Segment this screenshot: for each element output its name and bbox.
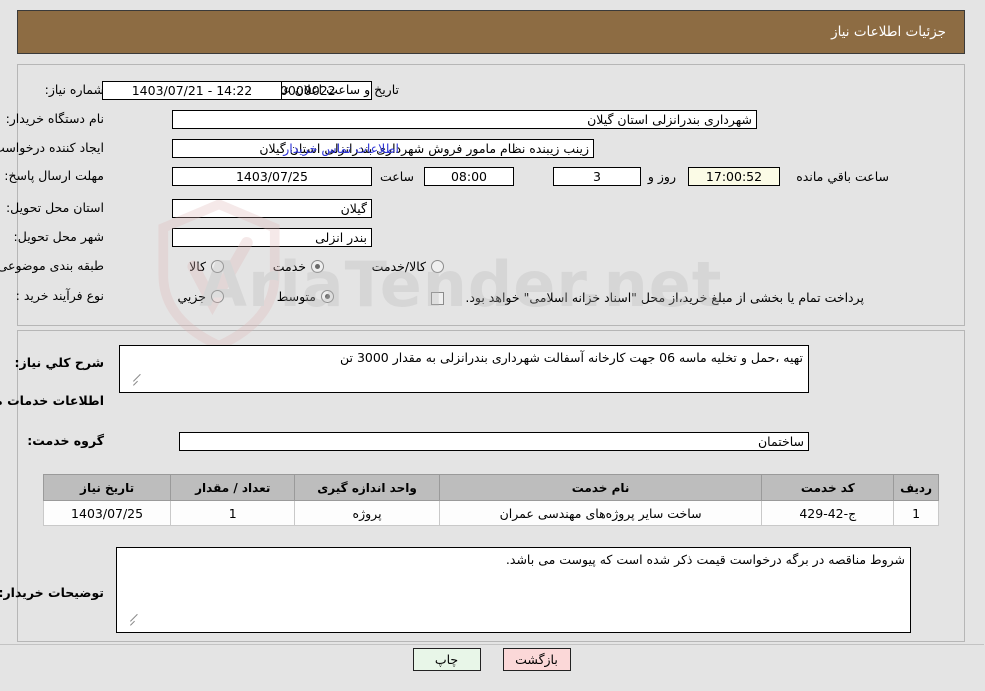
category-option-kala[interactable]: کالا	[190, 259, 225, 274]
services-table: ردیف کد خدمت نام خدمت واحد اندازه گیری ت…	[43, 474, 940, 526]
remaining-hours-label: ساعت باقي مانده	[797, 169, 890, 184]
cell-quantity: 1	[171, 500, 297, 526]
category-label-wrap: طبقه بندی موضوعی:	[0, 258, 105, 275]
process-label-wrap: نوع فرآیند خرید :	[17, 288, 105, 305]
creator-label: ایجاد کننده درخواست:	[0, 140, 105, 155]
radio-icon-jozyi[interactable]	[212, 290, 225, 303]
announce-datetime-field[interactable]: 14:22 - 1403/07/21	[103, 81, 283, 100]
buyer-org-field[interactable]: شهرداری بندرانزلی استان گیلان	[173, 110, 758, 129]
col-header-quantity: تعداد / مقدار	[171, 474, 297, 501]
category-option-khedmat-label: خدمت	[273, 259, 307, 274]
cell-service-code: ج-42-429	[762, 500, 896, 526]
need-number-label: شماره نیاز:	[45, 82, 105, 97]
general-description-textarea[interactable]: تهیه ،حمل و تخلیه ماسه 06 جهت کارخانه آس…	[120, 345, 810, 393]
buyer-org-label-wrap: نام دستگاه خریدار:	[7, 111, 105, 128]
cell-radif: 1	[894, 500, 940, 526]
deadline-hour-label: ساعت	[380, 169, 415, 184]
footer-divider	[0, 644, 985, 645]
buyer-notes-textarea[interactable]: شروط مناقصه در برگه درخواست قیمت ذکر شده…	[117, 547, 912, 633]
category-option-khedmat[interactable]: خدمت	[274, 259, 325, 274]
page-title: جزئیات اطلاعات نیاز	[832, 24, 947, 40]
resize-grip-icon-notes[interactable]	[120, 613, 139, 631]
province-label: استان محل تحویل:	[6, 200, 105, 215]
treasury-bonds-checkbox[interactable]	[432, 292, 445, 305]
category-option-kala-khedmat[interactable]: کالا/خدمت	[373, 259, 445, 274]
deadline-hour-field[interactable]: 08:00	[425, 167, 515, 186]
general-description-text: تهیه ،حمل و تخلیه ماسه 06 جهت کارخانه آس…	[340, 350, 804, 365]
category-option-kala-khedmat-label: کالا/خدمت	[372, 259, 427, 274]
page-title-bar: جزئیات اطلاعات نیاز	[18, 10, 966, 54]
table-row[interactable]: 1 ج-42-429 ساخت سایر پروژه‌های مهندسی عم…	[43, 500, 940, 526]
process-option-jozyi-label: جزیي	[178, 289, 207, 304]
page-root: جزئیات اطلاعات نیاز شماره نیاز: 11030052…	[0, 0, 985, 691]
cell-service-name: ساخت سایر پروژه‌های مهندسی عمران	[439, 500, 764, 526]
category-label: طبقه بندی موضوعی:	[0, 258, 105, 273]
province-label-wrap: استان محل تحویل:	[7, 200, 105, 217]
city-label-wrap: شهر محل تحویل:	[15, 229, 105, 246]
cell-need-date: 1403/07/25	[43, 500, 173, 526]
back-button[interactable]: بازگشت	[503, 648, 572, 671]
col-header-service-name: نام خدمت	[439, 474, 764, 501]
col-header-unit: واحد اندازه گیری	[295, 474, 441, 501]
city-field[interactable]: بندر انزلی	[173, 228, 373, 247]
buyer-contact-link[interactable]: اطلاعات تماس خریدار	[284, 141, 400, 156]
buyer-notes-label: توضیحات خریدار:	[0, 585, 105, 600]
need-info-panel	[18, 64, 966, 326]
days-unit-label: روز و	[648, 169, 677, 184]
deadline-date-field[interactable]: 1403/07/25	[173, 167, 373, 186]
service-group-label: گروه خدمت:	[28, 433, 105, 448]
buyer-org-label: نام دستگاه خریدار:	[6, 111, 105, 126]
creator-label-wrap: ایجاد کننده درخواست:	[0, 140, 105, 157]
treasury-bonds-note: پرداخت تمام یا بخشی از مبلغ خرید،از محل …	[466, 290, 865, 305]
countdown-timer-field: 17:00:52	[689, 167, 781, 186]
need-number-label-wrap: شماره نیاز:	[46, 82, 105, 99]
remaining-days-field[interactable]: 3	[554, 167, 642, 186]
process-option-motavaset-label: متوسط	[277, 289, 317, 304]
category-option-kala-label: کالا	[190, 259, 207, 274]
process-type-label: نوع فرآیند خرید :	[16, 288, 105, 303]
col-header-service-code: کد خدمت	[762, 474, 896, 501]
service-group-field[interactable]: ساختمان	[180, 432, 810, 451]
process-option-jozyi[interactable]: جزیي	[178, 289, 225, 304]
cell-unit: پروژه	[295, 500, 441, 526]
radio-icon-kala-khedmat[interactable]	[432, 260, 445, 273]
radio-icon-khedmat[interactable]	[312, 260, 325, 273]
general-description-label: شرح کلي نیاز:	[15, 355, 105, 370]
table-header-row: ردیف کد خدمت نام خدمت واحد اندازه گیری ت…	[43, 474, 940, 501]
buyer-notes-text: شروط مناقصه در برگه درخواست قیمت ذکر شده…	[506, 552, 906, 567]
city-label: شهر محل تحویل:	[14, 229, 105, 244]
print-button[interactable]: چاپ	[413, 648, 482, 671]
resize-grip-icon[interactable]	[123, 373, 142, 391]
process-option-motavaset[interactable]: متوسط	[278, 289, 335, 304]
services-section-heading: اطلاعات خدمات مورد نیاز	[0, 393, 105, 408]
col-header-need-date: تاریخ نیاز	[43, 474, 173, 501]
deadline-label: مهلت ارسال پاسخ: تا تاریخ:	[0, 168, 105, 183]
col-header-radif: ردیف	[894, 474, 940, 501]
province-field[interactable]: گیلان	[173, 199, 373, 218]
deadline-label-wrap: مهلت ارسال پاسخ: تا تاریخ:	[0, 168, 105, 185]
radio-icon-motavaset[interactable]	[322, 290, 335, 303]
footer-button-bar: بازگشت چاپ	[0, 648, 985, 671]
radio-icon-kala[interactable]	[212, 260, 225, 273]
